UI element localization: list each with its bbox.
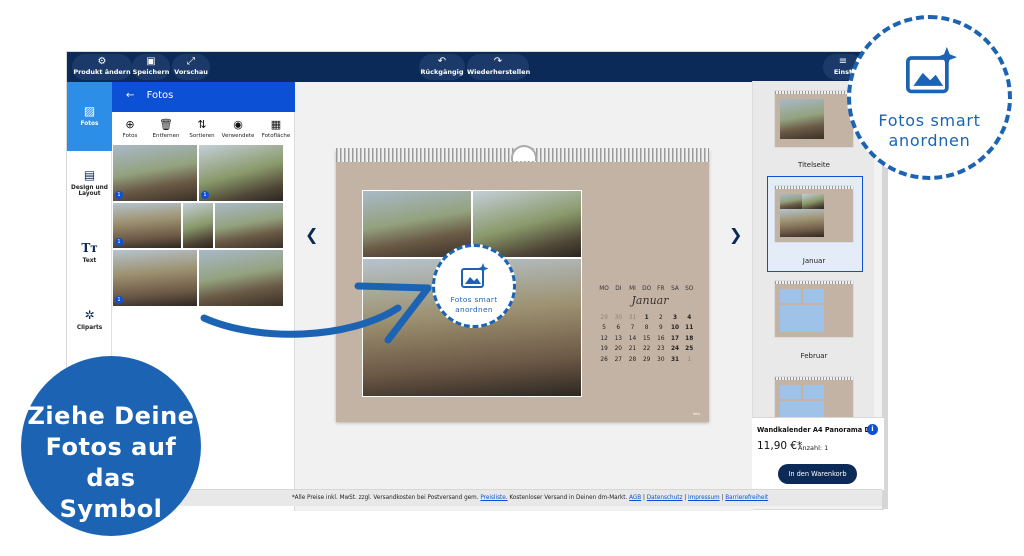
footer-legal: *Alle Preise inkl. MwSt. zzgl. Versandko…	[178, 489, 882, 506]
remove-button[interactable]: 🗑 Entfernen	[148, 118, 184, 139]
redo-icon: ↷	[493, 56, 503, 67]
previous-page-arrow[interactable]: ❮	[305, 225, 318, 244]
grid-icon: ▦	[270, 118, 282, 131]
back-arrow-icon[interactable]: ←	[126, 90, 134, 101]
sort-icon: ⇅	[197, 118, 207, 131]
plus-circle-icon: ⊕	[125, 118, 135, 131]
undo-icon: ↶	[437, 56, 447, 67]
page-label-title: Titelseite	[798, 161, 830, 169]
nav-item-fotos[interactable]: ▨ Fotos	[67, 82, 112, 151]
change-product-button[interactable]: ⚙ Produkt ändern	[72, 54, 132, 80]
image-icon: ▨	[83, 104, 96, 118]
panel-header: ← Fotos	[112, 82, 295, 112]
week-row: 29 30 31 1 2 3 4	[600, 314, 692, 321]
usage-badge: 1	[115, 296, 123, 304]
undo-button[interactable]: ↶ Rückgängig	[419, 54, 465, 80]
page-thumbnail-march[interactable]	[775, 377, 853, 417]
smart-arrange-drop-target[interactable]: Fotos smart anordnen	[432, 244, 516, 328]
instruction-bubble: Ziehe Deine Fotos auf das Symbol	[21, 356, 201, 536]
page-thumbnail-february[interactable]	[775, 281, 853, 337]
product-price: 11,90 €*	[757, 440, 803, 452]
gear-icon: ⚙	[97, 56, 107, 67]
preview-button[interactable]: ⤢ Vorschau	[172, 54, 210, 80]
calendar-brand: foto	[693, 412, 700, 416]
usage-badge: 1	[115, 238, 123, 246]
eye-icon: ◉	[233, 118, 243, 131]
save-button[interactable]: ▣ Speichern	[132, 54, 170, 80]
cart-box: Wandkalender A4 Panorama D... i 11,90 €*…	[752, 417, 884, 490]
page-label-january: Januar	[802, 257, 826, 265]
sort-button[interactable]: ⇅ Sortieren	[184, 118, 220, 139]
info-icon[interactable]: i	[867, 424, 878, 435]
expand-icon: ⤢	[187, 56, 195, 67]
redo-button[interactable]: ↷ Wiederherstellen	[467, 54, 530, 80]
screen: ⚙ Produkt ändern ▣ Speichern ⤢ Vorschau …	[0, 0, 1024, 556]
weekday-header: MO DI MI DO FR SA SO	[599, 286, 694, 292]
photo-thumbnail[interactable]	[182, 202, 214, 249]
price-list-link[interactable]: Preisliste.	[480, 495, 507, 501]
privacy-link[interactable]: Datenschutz	[647, 495, 683, 501]
gear-icon: ✲	[84, 308, 95, 322]
nav-item-cliparts[interactable]: ✲ Cliparts	[67, 308, 112, 338]
product-name: Wandkalender A4 Panorama D...	[757, 426, 878, 434]
smart-arrange-icon	[461, 263, 489, 288]
accessibility-link[interactable]: Barrierefreiheit	[725, 495, 768, 501]
page-label-february: Februar	[800, 352, 828, 360]
photo-thumbnail[interactable]: 1	[198, 144, 284, 202]
smart-arrange-label: Fotos smart anordnen	[450, 295, 498, 314]
smart-arrange-badge: Fotos smart anordnen	[847, 15, 1012, 180]
trash-icon: 🗑	[159, 118, 173, 131]
week-row: 5 6 7 8 9 10 11	[602, 325, 694, 331]
nav-item-text[interactable]: Tт Text	[67, 241, 112, 271]
agb-link[interactable]: AGB	[629, 495, 641, 501]
add-photos-button[interactable]: ⊕ Fotos	[112, 118, 148, 139]
usage-badge: 1	[115, 191, 123, 199]
photo-area-button[interactable]: ▦ Fotofläche	[258, 118, 294, 139]
photo-thumbnail[interactable]: 1	[112, 202, 182, 249]
drag-arrow-graphic	[200, 282, 432, 344]
smart-arrange-icon	[905, 46, 958, 94]
week-row: 12 13 14 15 16 17 18	[600, 335, 694, 342]
photo-thumbnail[interactable]: 1	[112, 144, 198, 202]
next-page-arrow[interactable]: ❯	[729, 225, 742, 244]
panel-title: Fotos	[146, 90, 174, 101]
product-quantity: Anzahl: 1	[798, 444, 829, 452]
week-row: 19 20 21 22 23 24 25	[600, 346, 694, 352]
add-to-cart-button[interactable]: In den Warenkorb	[778, 464, 857, 484]
usage-badge: 1	[201, 191, 209, 199]
top-toolbar: ⚙ Produkt ändern ▣ Speichern ⤢ Vorschau …	[67, 52, 885, 82]
calendar-month-grid: MO DI MI DO FR SA SO 29 30 31 1 2 3 4 5 …	[597, 284, 697, 365]
layout-icon: ▤	[83, 168, 96, 182]
photo-thumbnail[interactable]: 1	[112, 249, 198, 307]
save-icon: ▣	[146, 56, 156, 67]
smart-arrange-badge-label: Fotos smart anordnen	[878, 111, 981, 150]
used-button[interactable]: ◉ Verwendete	[220, 118, 256, 139]
week-row: 26 27 28 29 30 31 1	[600, 356, 692, 363]
page-thumbnail-title[interactable]	[775, 91, 853, 147]
page-thumbnail-january[interactable]	[775, 186, 853, 242]
text-icon: Tт	[81, 241, 98, 255]
nav-item-design-layout[interactable]: ▤ Design und Layout	[67, 168, 112, 208]
imprint-link[interactable]: Impressum	[688, 495, 720, 501]
photo-thumbnail[interactable]	[214, 202, 284, 249]
